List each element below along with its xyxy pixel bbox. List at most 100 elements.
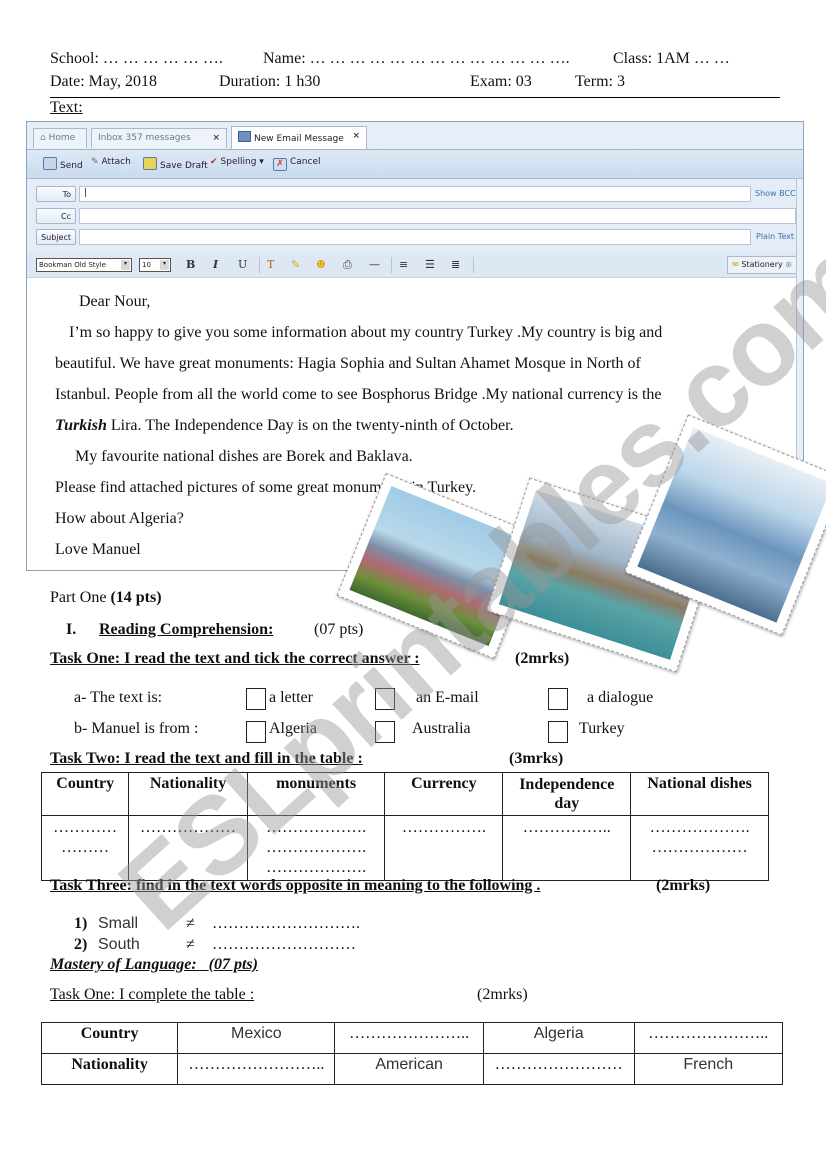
item-word: South xyxy=(98,936,140,953)
to-button[interactable]: To xyxy=(36,186,76,202)
mastery-title: Mastery of Language: (07 pts) xyxy=(50,956,258,973)
print-icon[interactable]: ⎙ xyxy=(343,258,352,272)
table-cell: Mexico xyxy=(177,1022,336,1054)
table-cell: French xyxy=(633,1053,784,1085)
separator xyxy=(391,257,392,273)
header-divider xyxy=(50,97,780,98)
table-cell-blank[interactable]: …………………… xyxy=(482,1053,635,1085)
table-cell-blank[interactable]: …………………….. xyxy=(177,1053,336,1085)
checkbox-a-dialogue[interactable] xyxy=(548,688,568,710)
table-cell-blank[interactable]: …………….. xyxy=(502,815,632,881)
attach-button[interactable]: ✎ Attach xyxy=(91,157,131,167)
stationery-button[interactable]: ✉ Stationery ⊛ xyxy=(727,256,797,274)
answer-blank[interactable]: ……………………… xyxy=(212,936,356,954)
chevron-down-icon: ▾ xyxy=(121,260,130,270)
close-icon[interactable]: × xyxy=(352,131,360,141)
to-input[interactable]: | xyxy=(79,186,751,202)
email-toolbar: Send ✎ Attach Save Draft ✔ Spelling ▾ ✗ Can… xyxy=(27,150,803,179)
item-number: 1) xyxy=(74,915,88,932)
task-two-marks: (3mrks) xyxy=(509,750,564,767)
text-color-icon[interactable]: T xyxy=(267,258,274,271)
name-field: Name: … … … … … … … … … … … … …. xyxy=(263,50,570,67)
option-b-australia: Australia xyxy=(412,720,471,737)
send-button[interactable]: Send xyxy=(43,157,83,171)
question-b-label: b- Manuel is from : xyxy=(74,720,199,737)
plain-text-link[interactable]: Plain Text xyxy=(756,232,794,241)
bullet-list-icon[interactable]: ☰ xyxy=(425,258,435,271)
address-area: To | Show BCC Cc Subject Plain Text xyxy=(27,179,803,253)
item-number: 2) xyxy=(74,936,88,953)
separator xyxy=(259,257,260,273)
table-cell-blank[interactable]: ………… ……… xyxy=(40,815,130,881)
chevron-down-icon: ⊛ xyxy=(785,260,792,269)
school-field: School: … … … … … …. xyxy=(50,50,223,67)
not-equal-sign: ≠ xyxy=(186,936,195,953)
tab-new-email[interactable]: New Email Message × xyxy=(231,126,367,149)
stationery-icon: ✉ xyxy=(732,260,742,269)
table-cell-blank[interactable]: ………………….. xyxy=(334,1022,484,1054)
cc-input[interactable] xyxy=(79,208,796,224)
answer-blank[interactable]: ………………………. xyxy=(212,915,360,933)
task-one-marks: (2mrks) xyxy=(515,650,570,667)
table-cell-blank[interactable]: ………………….. xyxy=(633,1022,784,1054)
question-a-label: a- The text is: xyxy=(74,689,163,706)
font-size-select[interactable]: 10 ▾ xyxy=(139,258,171,272)
class-field: Class: 1AM … … xyxy=(613,50,730,67)
table-cell-blank[interactable]: ………………. ………………. ………………. xyxy=(246,815,386,881)
tab-home[interactable]: ⌂ Home xyxy=(33,128,87,148)
checkbox-b-turkey[interactable] xyxy=(548,721,568,743)
tab-inbox[interactable]: Inbox 357 messages × xyxy=(91,128,227,148)
horizontal-line-icon[interactable]: — xyxy=(369,258,380,271)
email-icon xyxy=(238,131,251,142)
table-cell-blank[interactable]: ……………. xyxy=(384,815,504,881)
date-field: Date: May, 2018 xyxy=(50,73,157,90)
spelling-button[interactable]: ✔ Spelling ▾ xyxy=(210,157,264,167)
home-icon: ⌂ xyxy=(40,133,49,143)
table-row: Country Mexico ………………….. Algeria …………………… xyxy=(40,1022,784,1054)
table-header: Nationality xyxy=(128,772,248,816)
cancel-button[interactable]: ✗ Cancel xyxy=(273,157,321,171)
body-line: Istanbul. People from all the world come… xyxy=(55,386,662,403)
align-icon[interactable]: ≡ xyxy=(399,258,408,271)
mastery-task-one-marks: (2mrks) xyxy=(477,986,528,1003)
subject-input[interactable] xyxy=(79,229,751,245)
option-a-letter: a letter xyxy=(269,689,313,706)
row-header: Nationality xyxy=(40,1053,179,1085)
not-equal-sign: ≠ xyxy=(186,915,195,932)
nationality-table: Country Mexico ………………….. Algeria …………………… xyxy=(40,1022,784,1085)
table-header: Country xyxy=(40,772,130,816)
font-select[interactable]: Bookman Old Style ▾ xyxy=(36,258,132,272)
option-a-dialogue: a dialogue xyxy=(587,689,654,706)
checkbox-a-email[interactable] xyxy=(375,688,395,710)
underline-button[interactable]: U xyxy=(238,258,247,271)
table-cell: American xyxy=(334,1053,484,1085)
highlight-icon[interactable]: ✎ xyxy=(291,258,300,271)
checkbox-a-letter[interactable] xyxy=(246,688,266,710)
body-line: I’m so happy to give you some informatio… xyxy=(69,324,663,341)
section-title: Reading Comprehension: xyxy=(99,621,274,638)
cc-button[interactable]: Cc xyxy=(36,208,76,224)
indent-icon[interactable]: ≣ xyxy=(451,258,460,271)
body-line: Turkish Lira. The Independence Day is on… xyxy=(55,417,514,434)
close-icon[interactable]: × xyxy=(212,133,220,143)
italic-button[interactable]: I xyxy=(213,258,218,271)
greeting: Dear Nour, xyxy=(79,293,151,310)
table-header: National dishes xyxy=(630,772,769,816)
table-cell-blank[interactable]: ………………. ……………… xyxy=(630,815,769,881)
emoticon-icon[interactable]: ☻ xyxy=(316,258,326,271)
spellcheck-icon: ✔ xyxy=(210,157,218,167)
save-draft-button[interactable]: Save Draft xyxy=(143,157,208,171)
show-bcc-link[interactable]: Show BCC xyxy=(755,189,796,198)
cancel-icon: ✗ xyxy=(273,158,287,171)
table-cell-blank[interactable]: ……………… xyxy=(128,815,248,881)
term-field: Term: 3 xyxy=(575,73,625,90)
checkbox-b-algeria[interactable] xyxy=(246,721,266,743)
checkbox-b-australia[interactable] xyxy=(375,721,395,743)
table-header: Independence day xyxy=(502,772,632,816)
text-label: Text: xyxy=(50,99,83,116)
save-icon xyxy=(143,157,157,170)
bold-button[interactable]: B xyxy=(186,258,195,271)
table-header: Currency xyxy=(384,772,504,816)
separator xyxy=(473,257,474,273)
task-three-marks: (2mrks) xyxy=(656,877,711,894)
